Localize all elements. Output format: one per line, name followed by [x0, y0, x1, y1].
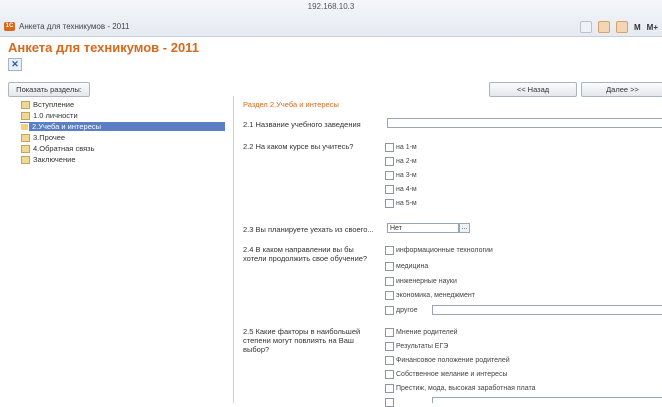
course-1-checkbox[interactable]: на 1-м	[385, 143, 417, 152]
factor-other-input[interactable]	[432, 397, 662, 403]
tree-item-personality[interactable]: 1.0 личности	[21, 111, 226, 120]
next-button[interactable]: Далее >>	[581, 82, 662, 97]
folder-icon	[21, 133, 30, 142]
course-5-checkbox[interactable]: на 5-м	[385, 199, 417, 208]
course-4-checkbox[interactable]: на 4-м	[385, 185, 417, 194]
folder-icon	[21, 100, 30, 109]
section-title: Раздел 2.Учеба и интересы	[243, 100, 339, 109]
back-button[interactable]: << Назад	[489, 82, 577, 97]
direction-economics-checkbox[interactable]: экономика, менеджмент	[385, 291, 475, 300]
factor-prestige-checkbox[interactable]: Престиж, мода, высокая заработная плата	[385, 384, 535, 393]
tree-item-study[interactable]: 2.Учеба и интересы	[20, 122, 225, 131]
course-2-checkbox[interactable]: на 2-м	[385, 157, 417, 166]
question-2-2-label: 2.2 На каком курсе вы учитесь?	[243, 142, 354, 151]
question-2-4-label: 2.4 В каком направлении вы бы хотели про…	[243, 245, 368, 263]
page-title: Анкета для техникумов - 2011	[8, 40, 199, 55]
relocation-select[interactable]: Нет	[387, 223, 459, 233]
direction-medicine-checkbox[interactable]: медицина	[385, 262, 428, 271]
sections-tree: Вступление 1.0 личности 2.Учеба и интере…	[8, 96, 234, 403]
tree-item-other[interactable]: 3.Прочее	[21, 133, 226, 142]
calendar-icon[interactable]	[615, 21, 628, 33]
address-text: 192.168.10.3	[307, 2, 355, 11]
school-name-input[interactable]	[387, 118, 662, 128]
factor-interest-checkbox[interactable]: Собственное желание и интересы	[385, 370, 507, 379]
memory-m-button[interactable]: М	[634, 23, 641, 32]
factor-exam-checkbox[interactable]: Результаты ЕГЭ	[385, 342, 448, 351]
document-icon[interactable]	[597, 21, 610, 33]
info-icon[interactable]	[579, 21, 592, 33]
memory-mplus-button[interactable]: М+	[647, 23, 658, 32]
direction-other-checkbox[interactable]: другое	[385, 306, 418, 315]
direction-it-checkbox[interactable]: информационные технологии	[385, 246, 493, 255]
factor-parents-checkbox[interactable]: Мнение родителей	[385, 328, 458, 337]
app-logo-icon: 1С	[4, 22, 15, 31]
close-icon[interactable]: ✕	[8, 58, 22, 71]
folder-icon	[21, 155, 30, 164]
course-3-checkbox[interactable]: на 3-м	[385, 171, 417, 180]
relocation-select-button[interactable]: ...	[459, 223, 470, 233]
direction-engineering-checkbox[interactable]: инженерные науки	[385, 277, 457, 286]
tree-item-intro[interactable]: Вступление	[21, 100, 226, 109]
tree-item-conclusion[interactable]: Заключение	[21, 155, 226, 164]
factor-finance-checkbox[interactable]: Финансовое положение родителей	[385, 356, 510, 365]
direction-other-input[interactable]	[432, 305, 662, 315]
tree-item-feedback[interactable]: 4.Обратная связь	[21, 144, 226, 153]
titlebar-tools: М М+	[579, 20, 662, 34]
question-2-3-label: 2.3 Вы планируете уехать из своего...	[243, 225, 374, 234]
show-sections-button[interactable]: Показать разделы:	[8, 82, 90, 97]
folder-icon	[21, 111, 30, 120]
folder-icon	[20, 122, 29, 131]
window-tab-title[interactable]: Анкета для техникумов - 2011	[19, 22, 129, 31]
folder-icon	[21, 144, 30, 153]
question-2-5-label: 2.5 Какие факторы в наибольшей степени м…	[243, 327, 361, 354]
window-titlebar: 192.168.10.3 1С Анкета для техникумов - …	[0, 0, 662, 37]
question-2-1-label: 2.1 Название учебного заведения	[243, 120, 361, 129]
